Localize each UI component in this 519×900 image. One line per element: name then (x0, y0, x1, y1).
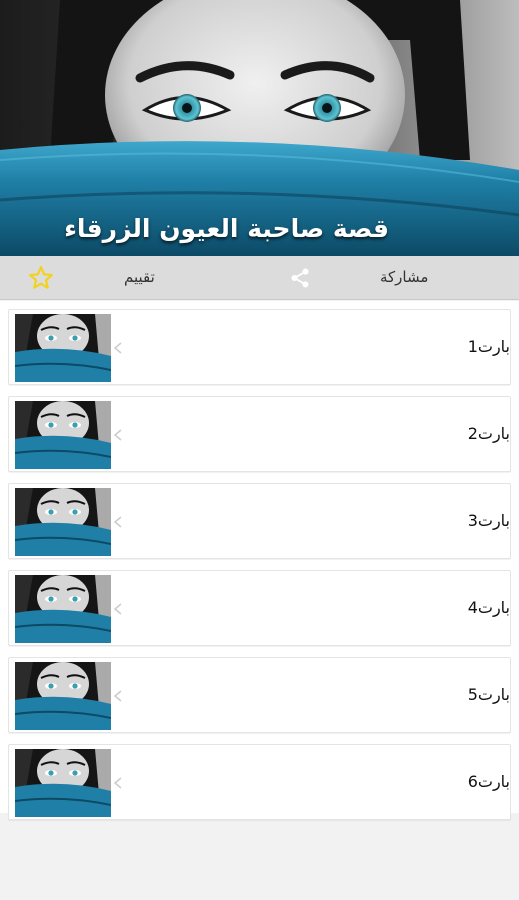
star-icon[interactable] (28, 265, 54, 291)
list-item-part-5[interactable]: بارت5 (8, 657, 511, 733)
list-item-part-3[interactable]: بارت3 (8, 483, 511, 559)
list-item-label: بارت3 (467, 511, 510, 530)
thumbnail-image (15, 662, 111, 730)
chevron-left-icon (113, 690, 122, 702)
list-item-label: بارت2 (467, 424, 510, 443)
chevron-left-icon (113, 603, 122, 615)
rate-button[interactable]: تقييم (124, 268, 155, 286)
share-button[interactable]: مشاركة (380, 268, 428, 286)
parts-list: بارت1 بارت2 بارت3 بارت4 بارت5 بارت6 (0, 301, 519, 820)
blue-eyes-thumbnail (15, 662, 111, 730)
list-item-part-6[interactable]: بارت6 (8, 744, 511, 820)
list-item-label: بارت6 (467, 772, 510, 791)
action-bar: تقييم مشاركة (0, 256, 519, 300)
app-title: قصة صاحبة العيون الزرقاء (64, 214, 389, 243)
thumbnail-image (15, 401, 111, 469)
blue-eyes-thumbnail (15, 749, 111, 817)
list-item-label: بارت5 (467, 685, 510, 704)
list-item-part-2[interactable]: بارت2 (8, 396, 511, 472)
list-item-part-1[interactable]: بارت1 (8, 309, 511, 385)
blue-eyes-thumbnail (15, 575, 111, 643)
blue-eyes-thumbnail (15, 401, 111, 469)
thumbnail-image (15, 749, 111, 817)
chevron-left-icon (113, 516, 122, 528)
chevron-left-icon (113, 429, 122, 441)
list-item-label: بارت4 (467, 598, 510, 617)
header-banner: قصة صاحبة العيون الزرقاء (0, 0, 519, 256)
thumbnail-image (15, 575, 111, 643)
list-item-part-4[interactable]: بارت4 (8, 570, 511, 646)
thumbnail-image (15, 488, 111, 556)
chevron-left-icon (113, 777, 122, 789)
thumbnail-image (15, 314, 111, 382)
share-icon[interactable] (289, 267, 311, 289)
list-item-label: بارت1 (467, 337, 510, 356)
chevron-left-icon (113, 342, 122, 354)
blue-eyes-thumbnail (15, 488, 111, 556)
blue-eyes-thumbnail (15, 314, 111, 382)
